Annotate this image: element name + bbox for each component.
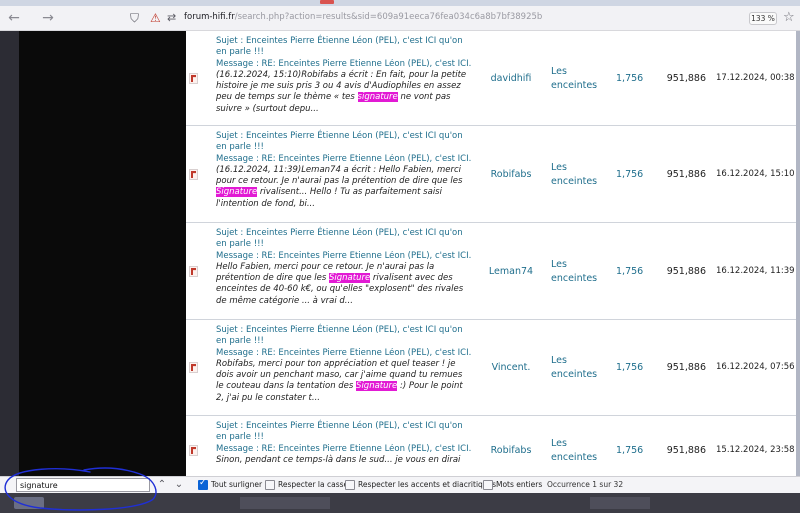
result-main-cell: Sujet : Enceintes Pierre Étienne Léon (P…: [216, 325, 471, 404]
taskbar-item[interactable]: [240, 497, 330, 509]
post-icon[interactable]: [189, 73, 198, 84]
post-icon[interactable]: [189, 362, 198, 373]
result-row: Sujet : Enceintes Pierre Étienne Léon (P…: [186, 416, 796, 476]
highlight-all-checkbox[interactable]: [198, 478, 208, 490]
result-row: Sujet : Enceintes Pierre Étienne Léon (P…: [186, 320, 796, 416]
post-icon[interactable]: [189, 169, 198, 180]
search-match-highlight: signature: [357, 92, 398, 103]
result-date: 15.12.2024, 23:58: [716, 445, 795, 455]
whole-words-checkbox[interactable]: [483, 480, 493, 490]
result-views: 951,886: [666, 169, 706, 180]
result-excerpt: Robifabs, merci pour ton appréciation et…: [216, 359, 471, 404]
match-case-checkbox[interactable]: [265, 480, 275, 490]
result-message-link[interactable]: Message : RE: Enceintes Pierre Étienne L…: [216, 59, 471, 70]
result-replies: 1,756: [616, 73, 644, 84]
search-match-highlight: Signature: [216, 187, 258, 198]
find-next-icon[interactable]: ⌄: [172, 478, 186, 492]
highlight-all-label[interactable]: Tout surligner: [211, 480, 262, 490]
left-window-edge: [0, 31, 19, 476]
right-scrollbar[interactable]: [796, 31, 800, 476]
url-path: /search.php?action=results&sid=609a91eec…: [234, 12, 543, 22]
result-replies: 1,756: [616, 266, 644, 277]
result-views: 951,886: [666, 362, 706, 373]
result-message-link[interactable]: Message : RE: Enceintes Pierre Étienne L…: [216, 444, 471, 455]
taskbar-item[interactable]: [590, 497, 650, 509]
result-subject-link[interactable]: Sujet : Enceintes Pierre Étienne Léon (P…: [216, 325, 471, 348]
dark-side-panel: [19, 31, 186, 476]
result-subject-link[interactable]: Sujet : Enceintes Pierre Étienne Léon (P…: [216, 36, 471, 59]
search-match-highlight: Signature: [356, 381, 398, 392]
result-main-cell: Sujet : Enceintes Pierre Étienne Léon (P…: [216, 131, 471, 210]
result-message-link[interactable]: Message : RE: Enceintes Pierre Étienne L…: [216, 251, 471, 262]
zoom-indicator[interactable]: 133 %: [749, 12, 777, 25]
match-diacritics-checkbox[interactable]: [345, 480, 355, 490]
result-forum-link[interactable]: Les enceintes: [551, 258, 611, 286]
search-match-highlight: Signature: [329, 273, 371, 284]
result-author-link[interactable]: Robifabs: [476, 169, 546, 180]
hand-drawn-annotation-ellipse: [4, 467, 157, 511]
post-icon[interactable]: [189, 266, 198, 277]
result-main-cell: Sujet : Enceintes Pierre Étienne Léon (P…: [216, 421, 471, 466]
result-forum-link[interactable]: Les enceintes: [551, 354, 611, 382]
result-replies: 1,756: [616, 445, 644, 456]
find-status: Occurrence 1 sur 32: [547, 480, 624, 489]
result-main-cell: Sujet : Enceintes Pierre Étienne Léon (P…: [216, 36, 471, 115]
result-author-link[interactable]: davidhifi: [476, 73, 546, 84]
result-main-cell: Sujet : Enceintes Pierre Étienne Léon (P…: [216, 228, 471, 307]
match-diacritics-label[interactable]: Respecter les accents et diacritiques: [358, 480, 496, 490]
result-author-link[interactable]: Vincent.: [476, 362, 546, 373]
result-date: 16.12.2024, 15:10: [716, 169, 795, 179]
result-subject-link[interactable]: Sujet : Enceintes Pierre Étienne Léon (P…: [216, 131, 471, 154]
insecure-lock-icon[interactable]: ⚠: [150, 11, 164, 25]
result-author-link[interactable]: Robifabs: [476, 445, 546, 456]
result-views: 951,886: [666, 266, 706, 277]
result-date: 16.12.2024, 11:39: [716, 266, 795, 276]
result-forum-link[interactable]: Les enceintes: [551, 161, 611, 189]
result-excerpt: Sinon, pendant ce temps-là dans le sud..…: [216, 455, 471, 466]
result-subject-link[interactable]: Sujet : Enceintes Pierre Étienne Léon (P…: [216, 228, 471, 251]
bookmark-star-icon[interactable]: ☆: [783, 10, 798, 25]
result-excerpt: (16.12.2024, 15:10)Robifabs a écrit : En…: [216, 70, 471, 115]
back-icon[interactable]: ←: [4, 9, 24, 27]
result-excerpt: (16.12.2024, 11:39)Leman74 a écrit : Hel…: [216, 165, 471, 210]
result-replies: 1,756: [616, 362, 644, 373]
shield-icon[interactable]: ⛉: [130, 11, 144, 25]
result-excerpt: Hello Fabien, merci pour ce retour. Je n…: [216, 262, 471, 307]
whole-words-label[interactable]: Mots entiers: [496, 480, 542, 490]
browser-toolbar: ← → ⛉ ⚠ ⇄ forum-hifi.fr/search.php?actio…: [0, 6, 800, 31]
result-author-link[interactable]: Leman74: [476, 266, 546, 277]
result-forum-link[interactable]: Les enceintes: [551, 437, 611, 465]
url-host: forum-hifi.fr: [184, 12, 235, 22]
window-accent: [320, 0, 334, 4]
result-replies: 1,756: [616, 169, 644, 180]
result-message-link[interactable]: Message : RE: Enceintes Pierre Étienne L…: [216, 154, 471, 165]
result-row: Sujet : Enceintes Pierre Étienne Léon (P…: [186, 31, 796, 126]
excerpt-text: Sinon, pendant ce temps-là dans le sud..…: [216, 454, 461, 465]
result-message-link[interactable]: Message : RE: Enceintes Pierre Étienne L…: [216, 348, 471, 359]
result-subject-link[interactable]: Sujet : Enceintes Pierre Étienne Léon (P…: [216, 421, 471, 444]
match-case-label[interactable]: Respecter la casse: [278, 480, 348, 490]
result-forum-link[interactable]: Les enceintes: [551, 65, 611, 93]
result-views: 951,886: [666, 445, 706, 456]
permissions-icon[interactable]: ⇄: [167, 11, 181, 25]
result-date: 16.12.2024, 07:56: [716, 362, 795, 372]
result-row: Sujet : Enceintes Pierre Étienne Léon (P…: [186, 223, 796, 320]
result-row: Sujet : Enceintes Pierre Étienne Léon (P…: [186, 126, 796, 223]
address-bar[interactable]: forum-hifi.fr/search.php?action=results&…: [184, 12, 542, 22]
search-results-table: Sujet : Enceintes Pierre Étienne Léon (P…: [186, 31, 796, 476]
forward-icon[interactable]: →: [38, 9, 58, 27]
result-views: 951,886: [666, 73, 706, 84]
post-icon[interactable]: [189, 445, 198, 456]
excerpt-text: (16.12.2024, 11:39)Leman74 a écrit : Hel…: [216, 164, 463, 187]
result-date: 17.12.2024, 00:38: [716, 73, 795, 83]
